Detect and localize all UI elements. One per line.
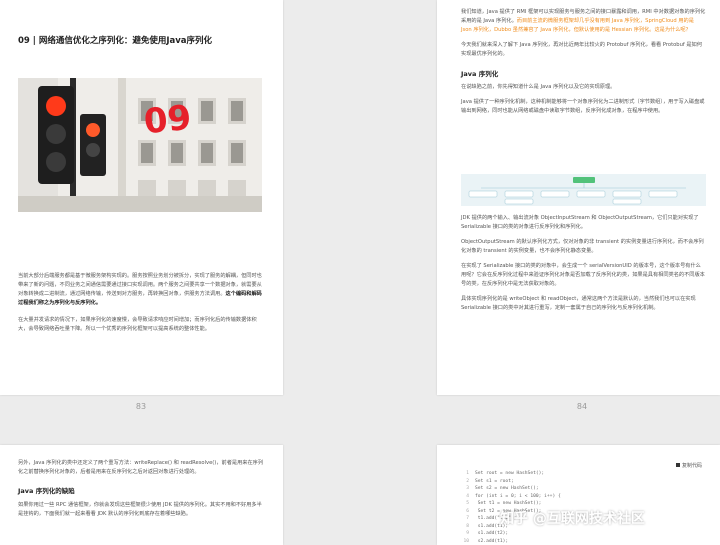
code-line: 5 Set t1 = new HashSet(); [466,501,542,506]
paragraph: ObjectOutputStream 的默认序列化方式，仅对对象的非 trans… [461,239,704,254]
page-number: 83 [135,402,147,411]
serialization-diagram [461,174,706,206]
code-line: 10 s2.add(t1); [463,538,509,544]
intro-section: 当前大部分后端服务都是基于微服务架构实现的。服务按照业务划分被拆分，实现了服务的… [18,272,266,334]
paragraph: 在大量并发请求的情况下，如果序列化的速度慢，会导致请求响应时间增加；而序列化后的… [18,317,257,332]
copy-code-button[interactable]: 复制代码 [676,462,702,469]
code-line: 9 s1.add(t2); [466,531,509,536]
paragraph: JDK 提供的两个输入、输出流对象 ObjectInputStream 和 Ob… [461,215,699,230]
text-column: 我们知道，Java 提供了 RMI 框架可以实现服务与服务之间的接口暴露和调用，… [461,8,706,116]
flow-diagram-image [468,177,686,205]
paragraph: 具体实现序列化的是 writeObject 和 readObject，通常这两个… [461,296,696,311]
text-column: 另外，Java 序列化的类中还定义了两个重写方法：writeReplace() … [18,459,266,519]
traffic-light-image [18,78,262,212]
page-85: 另外，Java 序列化的类中还定义了两个重写方法：writeReplace() … [0,445,283,545]
page-83: 09 | 网络通信优化之序列化：避免使用Java序列化 09 当前大部分后端服务… [0,0,283,395]
code-line: 1 Set root = new HashSet(); [466,471,545,476]
code-line: 4 for (int i = 0; i < 100; i++) { [466,493,561,499]
code-line: 3 Set s2 = new HashSet(); [466,486,539,491]
section-heading: Java 序列化 [461,70,499,78]
handwritten-09: 09 [142,97,194,143]
paragraph: 当前大部分后端服务都是基于微服务架构实现的。服务按照业务划分被拆分，实现了服务的… [18,273,262,306]
code-line: 2 Set s1 = root; [466,478,514,484]
page-number: 84 [576,402,588,411]
article-title: 09 | 网络通信优化之序列化：避免使用Java序列化 [18,36,213,46]
paragraph: 在说缺陷之前，你先得知道什么是 Java 序列化以及它的实现原理。 [461,84,616,90]
paragraph: 另外，Java 序列化的类中还定义了两个重写方法：writeReplace() … [18,460,264,475]
paragraph: 我们知道，Java 提供了 RMI 框架可以实现服务与服务之间的接口暴露和调用，… [461,9,706,33]
section-heading: Java 序列化的缺陷 [18,487,75,495]
watermark: 知乎 @互联网技术社区 [500,511,645,527]
traffic-light-photo: 09 [18,78,262,212]
copy-icon [676,463,680,467]
paragraph: Java 提供了一种序列化机制，这种机制能够将一个对象序列化为二进制形式（字节数… [461,99,705,114]
paragraph: 如果你用过一些 RPC 通信框架，你就会发现这些框架很少使用 JDK 提供的序列… [18,502,262,517]
paragraph: 今天我们就来深入了解下 Java 序列化，再对比近两年比较火的 Protobuf… [461,42,702,57]
paragraph: 在实现了 Serializable 接口的类的对象中，会生成一个 serialV… [461,263,705,287]
text-column-lower: JDK 提供的两个输入、输出流对象 ObjectInputStream 和 Ob… [461,214,706,313]
